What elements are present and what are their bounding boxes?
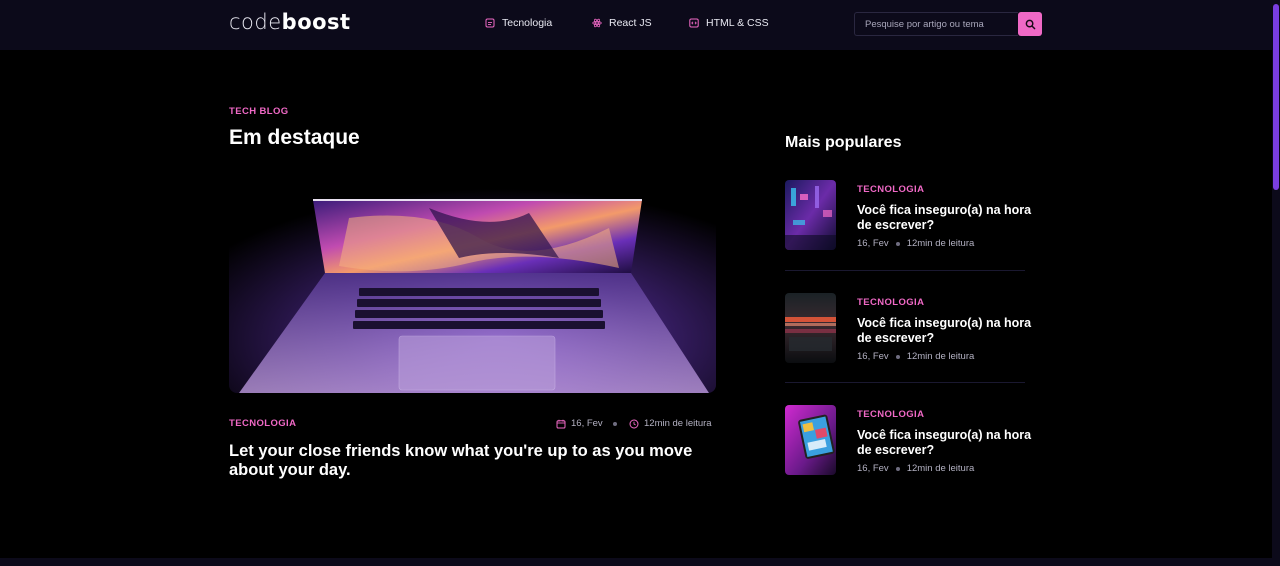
footer-edge: [0, 558, 1272, 566]
meta-separator-dot: [895, 354, 900, 359]
search-bar: [854, 12, 1042, 36]
popular-post-title[interactable]: Você fica inseguro(a) na hora de escreve…: [857, 316, 1037, 346]
calendar-icon: [556, 419, 566, 428]
popular-post-date: 16, Fev: [857, 351, 889, 362]
featured-post-date: 16, Fev: [556, 418, 603, 429]
popular-post-thumbnail[interactable]: [785, 293, 836, 363]
react-atom-icon: [592, 18, 602, 28]
nav-item-label: HTML & CSS: [706, 17, 769, 29]
popular-divider: [785, 270, 1025, 271]
nav-item-react-js[interactable]: React JS: [592, 17, 652, 29]
featured-section-title: Em destaque: [229, 126, 360, 149]
popular-post-title[interactable]: Você fica inseguro(a) na hora de escreve…: [857, 203, 1037, 233]
logo-text-boost: boost: [281, 10, 351, 34]
popular-post-thumbnail[interactable]: [785, 405, 836, 475]
popular-post-meta: 16, Fev 12min de leitura: [857, 351, 974, 362]
search-icon: [1025, 19, 1035, 29]
scrollbar-thumb[interactable]: [1273, 4, 1279, 190]
laptop-keyboard-image: [785, 293, 836, 363]
top-navbar: code boost Tecnologia React JS HTML & CSS: [0, 0, 1272, 50]
popular-post-category[interactable]: TECNOLOGIA: [857, 184, 924, 195]
search-button[interactable]: [1018, 12, 1042, 36]
popular-post-read-time: 12min de leitura: [906, 351, 975, 362]
popular-post-category[interactable]: TECNOLOGIA: [857, 297, 924, 308]
tablet-pink-image: [785, 405, 836, 475]
meta-separator-dot: [895, 241, 900, 246]
meta-separator-dot: [895, 466, 900, 471]
search-input[interactable]: [854, 12, 1018, 36]
city-neon-image: [785, 180, 836, 250]
laptop-illustration: [229, 178, 716, 393]
nav-item-label: Tecnologia: [502, 17, 553, 29]
site-logo[interactable]: code boost: [229, 10, 351, 38]
popular-post-meta: 16, Fev 12min de leitura: [857, 463, 974, 474]
nav-item-html-css[interactable]: HTML & CSS: [689, 17, 769, 29]
popular-post-date: 16, Fev: [857, 463, 889, 474]
popular-post-item[interactable]: TECNOLOGIA Você fica inseguro(a) na hora…: [785, 180, 1031, 250]
popular-divider: [785, 382, 1025, 383]
popular-post-read-time: 12min de leitura: [906, 238, 975, 249]
post-read-time-text: 12min de leitura: [644, 418, 712, 429]
featured-post-title[interactable]: Let your close friends know what you're …: [229, 442, 716, 480]
popular-post-meta: 16, Fev 12min de leitura: [857, 238, 974, 249]
popular-post-item[interactable]: TECNOLOGIA Você fica inseguro(a) na hora…: [785, 405, 1031, 475]
document-icon: [485, 18, 495, 28]
meta-separator-dot: [613, 422, 617, 426]
popular-post-title[interactable]: Você fica inseguro(a) na hora de escreve…: [857, 428, 1037, 458]
nav-item-tecnologia[interactable]: Tecnologia: [485, 17, 552, 29]
popular-post-thumbnail[interactable]: [785, 180, 836, 250]
code-icon: [689, 18, 699, 28]
section-eyebrow: TECH BLOG: [229, 106, 289, 117]
popular-post-category[interactable]: TECNOLOGIA: [857, 409, 924, 420]
logo-text-code: code: [229, 10, 282, 34]
featured-post-category[interactable]: TECNOLOGIA: [229, 418, 296, 429]
nav-item-label: React JS: [609, 17, 652, 29]
popular-section-title: Mais populares: [785, 134, 902, 151]
popular-post-date: 16, Fev: [857, 238, 889, 249]
popular-post-read-time: 12min de leitura: [906, 463, 975, 474]
post-date-text: 16, Fev: [571, 418, 603, 429]
popular-post-item[interactable]: TECNOLOGIA Você fica inseguro(a) na hora…: [785, 293, 1031, 363]
featured-post-image[interactable]: [229, 178, 716, 393]
featured-post-read-time: 12min de leitura: [629, 418, 712, 429]
clock-icon: [629, 419, 639, 428]
